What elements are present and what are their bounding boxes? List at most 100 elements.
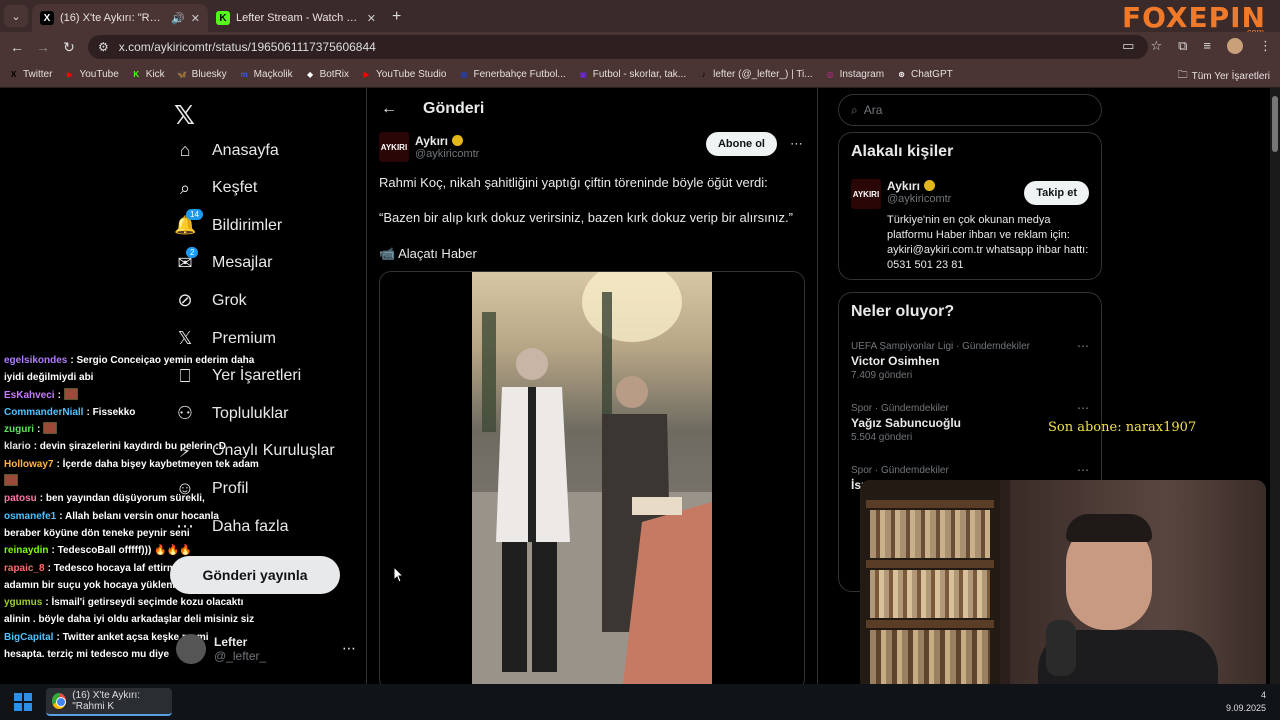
close-tab-icon[interactable]: ✕ [191,12,200,25]
search-box[interactable]: ⌕ Ara [838,94,1102,126]
nav-item-grok[interactable]: ⊘ Grok [174,290,246,311]
chat-username[interactable]: klario [4,441,31,452]
taskbar-chrome-app[interactable]: (16) X'te Aykırı: "Rahmi K [46,688,172,716]
bookmark-item[interactable]: ◆ BotRix [305,69,349,80]
x-logo-icon[interactable]: 𝕏 [174,100,195,131]
author-avatar[interactable]: AYKIRI [379,132,409,162]
chat-text: beraber köyüne dön teneke peynir seni [4,527,190,539]
chat-username[interactable]: EsKahveci [4,390,55,401]
chat-username[interactable]: osmanefe1 [4,511,56,522]
chat-message: osmanefe1: Allah belanı versin onur hoca… [0,508,270,525]
extensions-icon[interactable]: ⧉ [1178,38,1187,54]
chat-username[interactable]: reinaydin [4,545,48,556]
profile-avatar[interactable] [1227,38,1243,54]
bookmark-item[interactable]: X Twitter [8,69,53,80]
last-subscriber-label: Son abone: narax1907 [1048,420,1197,435]
video-player[interactable] [379,271,805,684]
forward-icon[interactable]: → [30,39,56,55]
bookmark-star-icon[interactable]: ☆ [1150,38,1162,54]
trend-item[interactable]: Spor · Gündemdekiler Yağız Sabuncuoğlu 5.5… [851,403,961,443]
bookmark-item[interactable]: ◎ Instagram [825,69,884,80]
more-options-icon[interactable]: ⋯ [790,136,803,152]
all-bookmarks-label: Tüm Yer İşaretleri [1191,71,1270,82]
author-handle[interactable]: @aykiricomtr [415,148,479,160]
bookmark-label: Futbol - skorlar, tak... [592,69,687,80]
grok-icon: ⊘ [177,290,193,311]
browser-tab-bar: ⌄ X (16) X'te Aykırı: "Rahmi Koç 🔊 ✕ K L… [0,0,1280,37]
bookmark-item[interactable]: ▶ YouTube Studio [361,69,446,80]
nav-item-label: Mesajlar [212,254,273,272]
nav-item-search[interactable]: ⌕ Keşfet [174,178,257,199]
microphone [1046,620,1076,676]
tweet-text-line-3: 📹 Alaçatı Haber [379,246,477,261]
bookmark-item[interactable]: m Maçkolik [239,69,293,80]
tab-title: (16) X'te Aykırı: "Rahmi Koç [60,12,165,24]
chat-username[interactable]: ygumus [4,597,42,608]
chat-username[interactable]: CommanderNiall [4,407,83,418]
nav-item-bell[interactable]: 🔔 14 Bildirimler [174,209,282,236]
video-frame[interactable] [472,272,712,684]
new-tab-button[interactable]: + [392,8,401,26]
bookmark-item[interactable]: ▣ Futbol - skorlar, tak... [578,69,686,80]
speaker-icon[interactable]: 🔊 [171,12,185,25]
post-button[interactable]: Gönderi yayınla [170,556,340,594]
trend-more-icon[interactable]: ⋯ [1077,463,1089,477]
chat-text: hesapta. terziç mi tedesco mu diye [4,649,170,661]
bookmark-favicon-icon: ♪ [701,70,706,79]
subscribe-button[interactable]: Abone ol [705,132,777,156]
nav-item-home[interactable]: ⌂ Anasayfa [174,140,279,161]
system-clock[interactable]: 4 9.09.2025 [1226,689,1266,715]
nav-item-label: Keşfet [212,179,258,197]
page-scrollbar[interactable] [1270,88,1280,684]
trend-count: 7.409 gönderi [851,370,913,381]
tab-search-icon[interactable]: ⌄ [4,5,28,27]
menu-icon[interactable]: ⋮ [1259,38,1272,54]
kick-favicon-icon: K [216,11,230,25]
chat-username[interactable]: Holloway7 [4,459,53,470]
tab-active[interactable]: X (16) X'te Aykırı: "Rahmi Koç 🔊 ✕ [32,4,208,32]
related-avatar[interactable]: AYKIRI [851,179,881,209]
trend-more-icon[interactable]: ⋯ [1077,401,1089,415]
related-handle[interactable]: @aykiricomtr [887,193,951,205]
bookmark-item[interactable]: ⊛ ChatGPT [896,69,953,80]
tab-inactive[interactable]: K Lefter Stream - Watch Live on Kick ✕ [208,4,384,32]
related-name[interactable]: Aykırı [887,179,920,193]
bookmark-item[interactable]: ♪ lefter (@_lefter_) | Ti... [698,69,813,80]
trend-context: Spor · Gündemdekiler [851,403,949,414]
bookmark-item[interactable]: ▶ YouTube [64,69,119,80]
nav-item-x-premium[interactable]: 𝕏 Premium [174,328,276,349]
back-icon[interactable]: ← [4,39,30,55]
chat-username[interactable]: rapaic_8 [4,563,45,574]
windows-start-icon[interactable] [14,693,32,711]
chat-username[interactable]: zuguri [4,424,34,435]
chat-username[interactable]: egelsikondes [4,355,67,366]
trend-item[interactable]: UEFA Şampiyonlar Ligi · Gündemdekiler Vic… [851,341,1030,381]
chat-message: klario: devin şirazelerini kaydırdı bu p… [0,438,270,455]
chat-username[interactable]: patosu [4,493,37,504]
author-name[interactable]: Aykırı [415,134,448,148]
chat-message: beraber köyüne dön teneke peynir seni [0,525,270,542]
close-tab-icon[interactable]: ✕ [367,12,376,25]
account-more-icon[interactable]: ⋯ [342,640,356,657]
nav-item-mail[interactable]: ✉ 2 Mesajlar [174,246,273,274]
scrollbar-thumb[interactable] [1272,96,1278,152]
trend-name: Yağız Sabuncuoğlu [851,416,962,430]
site-settings-icon[interactable]: ⚙ [98,40,109,54]
trend-more-icon[interactable]: ⋯ [1077,339,1089,353]
trend-context: Spor · Gündemdekiler [851,465,949,476]
chat-emote [4,474,18,487]
cast-icon[interactable]: ▭ [1122,38,1134,54]
back-arrow-icon[interactable]: ← [381,100,397,118]
chat-text: İçerde daha bişey kaybetmeyen tek adam [62,458,259,470]
chat-message: Holloway7: İçerde daha bişey kaybetmeyen… [0,456,270,473]
bookmark-item[interactable]: ▦ Fenerbahçe Futbol... [458,69,566,80]
account-switcher[interactable]: Lefter @_lefter_ ⋯ [176,634,356,664]
chat-username[interactable]: BigCapital [4,632,53,643]
bookmark-item[interactable]: K Kick [131,69,164,80]
media-icon[interactable]: ≡ [1203,38,1211,54]
address-bar[interactable]: ⚙ x.com/aykiricomtr/status/1965061117375… [88,35,1148,59]
reload-icon[interactable]: ↻ [56,39,82,56]
follow-button[interactable]: Takip et [1024,181,1089,205]
all-bookmarks[interactable]: 🗀 Tüm Yer İşaretleri [1178,68,1270,85]
bookmark-item[interactable]: 🦋 Bluesky [177,69,227,80]
